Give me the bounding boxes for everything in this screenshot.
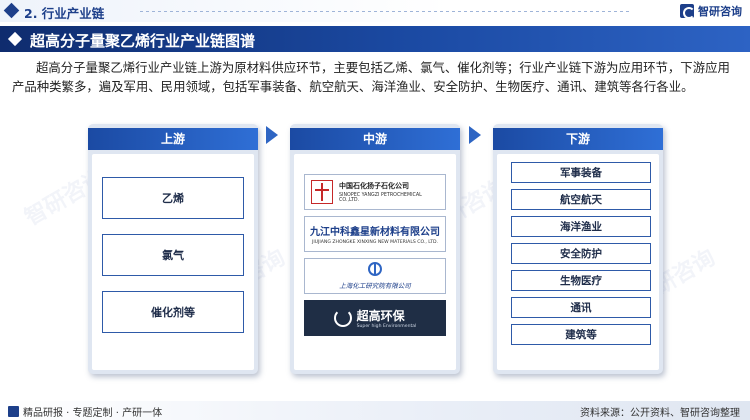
midstream-header: 中游 — [362, 132, 387, 146]
header-divider — [140, 11, 630, 12]
page-title: 超高分子量聚乙烯行业产业链图谱 — [30, 32, 256, 50]
downstream-item: 建筑等 — [511, 324, 651, 345]
downstream-body: 军事装备 航空航天 海洋渔业 安全防护 生物医疗 通讯 建筑等 — [497, 154, 659, 370]
downstream-header: 下游 — [565, 132, 590, 146]
downstream-item: 通讯 — [511, 297, 651, 318]
upstream-header: 上游 — [160, 132, 185, 146]
upstream-item: 氯气 — [102, 234, 244, 276]
upstream-item: 乙烯 — [102, 177, 244, 219]
footer-left: 精品研报 · 专题定制 · 产研一体 — [8, 404, 162, 419]
footer: 精品研报 · 专题定制 · 产研一体 资料来源：公开资料、智研咨询整理 — [0, 401, 750, 420]
company-logo-jiujiang: 九江中科鑫星新材料有限公司 JIUJIANG ZHONGKE XINXING N… — [304, 216, 446, 252]
footer-source: 资料来源：公开资料、智研咨询整理 — [580, 408, 740, 419]
section-header: 2. 行业产业链 智研咨询 — [0, 0, 750, 22]
chaogao-emblem-icon — [333, 309, 352, 327]
company-name: 上海化工研究院有限公司 — [339, 282, 411, 290]
section-title: 2. 行业产业链 — [24, 6, 105, 21]
company-name: 九江中科鑫星新材料有限公司 — [310, 227, 440, 238]
brand-name: 智研咨询 — [698, 5, 742, 18]
company-logo-shanghai: 上海化工研究院有限公司 — [304, 258, 446, 294]
company-logo-chaogao: 超高环保 Super high Environmental — [304, 300, 446, 336]
company-name-en: Super high Environmental — [356, 324, 417, 329]
upstream-item: 催化剂等 — [102, 291, 244, 333]
title-diamond-icon — [7, 31, 23, 47]
company-name-en: JIUJIANG ZHONGKE XINXING NEW MATERIALS C… — [311, 240, 439, 245]
description: 超高分子量聚乙烯行业产业链上游为原材料供应环节，主要包括乙烯、氯气、催化剂等；行… — [12, 60, 730, 94]
upstream-body: 乙烯 氯气 催化剂等 — [92, 154, 254, 370]
flow-arrow-icon — [266, 126, 278, 144]
footer-slogan: 精品研报 · 专题定制 · 产研一体 — [23, 408, 163, 419]
downstream-item: 军事装备 — [511, 162, 651, 183]
company-name: 中国石化扬子石化公司 — [339, 182, 409, 190]
downstream-item: 安全防护 — [511, 243, 651, 264]
section-marker-icon — [3, 2, 20, 19]
company-logo-sinopec: 中国石化扬子石化公司 SINOPEC YANGZI PETROCHEMICAL … — [304, 174, 446, 210]
title-bar: 超高分子量聚乙烯行业产业链图谱 — [0, 26, 750, 52]
downstream-column: 下游 军事装备 航空航天 海洋渔业 安全防护 生物医疗 通讯 建筑等 — [493, 124, 663, 374]
company-name-en: SINOPEC YANGZI PETROCHEMICAL CO.,LTD. — [339, 193, 422, 203]
flow-arrow-icon — [469, 126, 481, 144]
brand: 智研咨询 — [680, 3, 742, 19]
footer-logo-icon — [8, 406, 19, 417]
midstream-body: 中国石化扬子石化公司 SINOPEC YANGZI PETROCHEMICAL … — [294, 154, 456, 370]
downstream-item: 航空航天 — [511, 189, 651, 210]
sinopec-emblem-icon — [311, 180, 333, 204]
downstream-item: 生物医疗 — [511, 270, 651, 291]
shanghai-emblem-icon — [368, 262, 382, 276]
brand-logo-icon — [680, 4, 695, 19]
downstream-item: 海洋渔业 — [511, 216, 651, 237]
upstream-column: 上游 乙烯 氯气 催化剂等 — [88, 124, 258, 374]
midstream-column: 中游 中国石化扬子石化公司 SINOPEC YANGZI PETROCHEMIC… — [290, 124, 460, 374]
company-name: 超高环保 — [356, 309, 405, 323]
